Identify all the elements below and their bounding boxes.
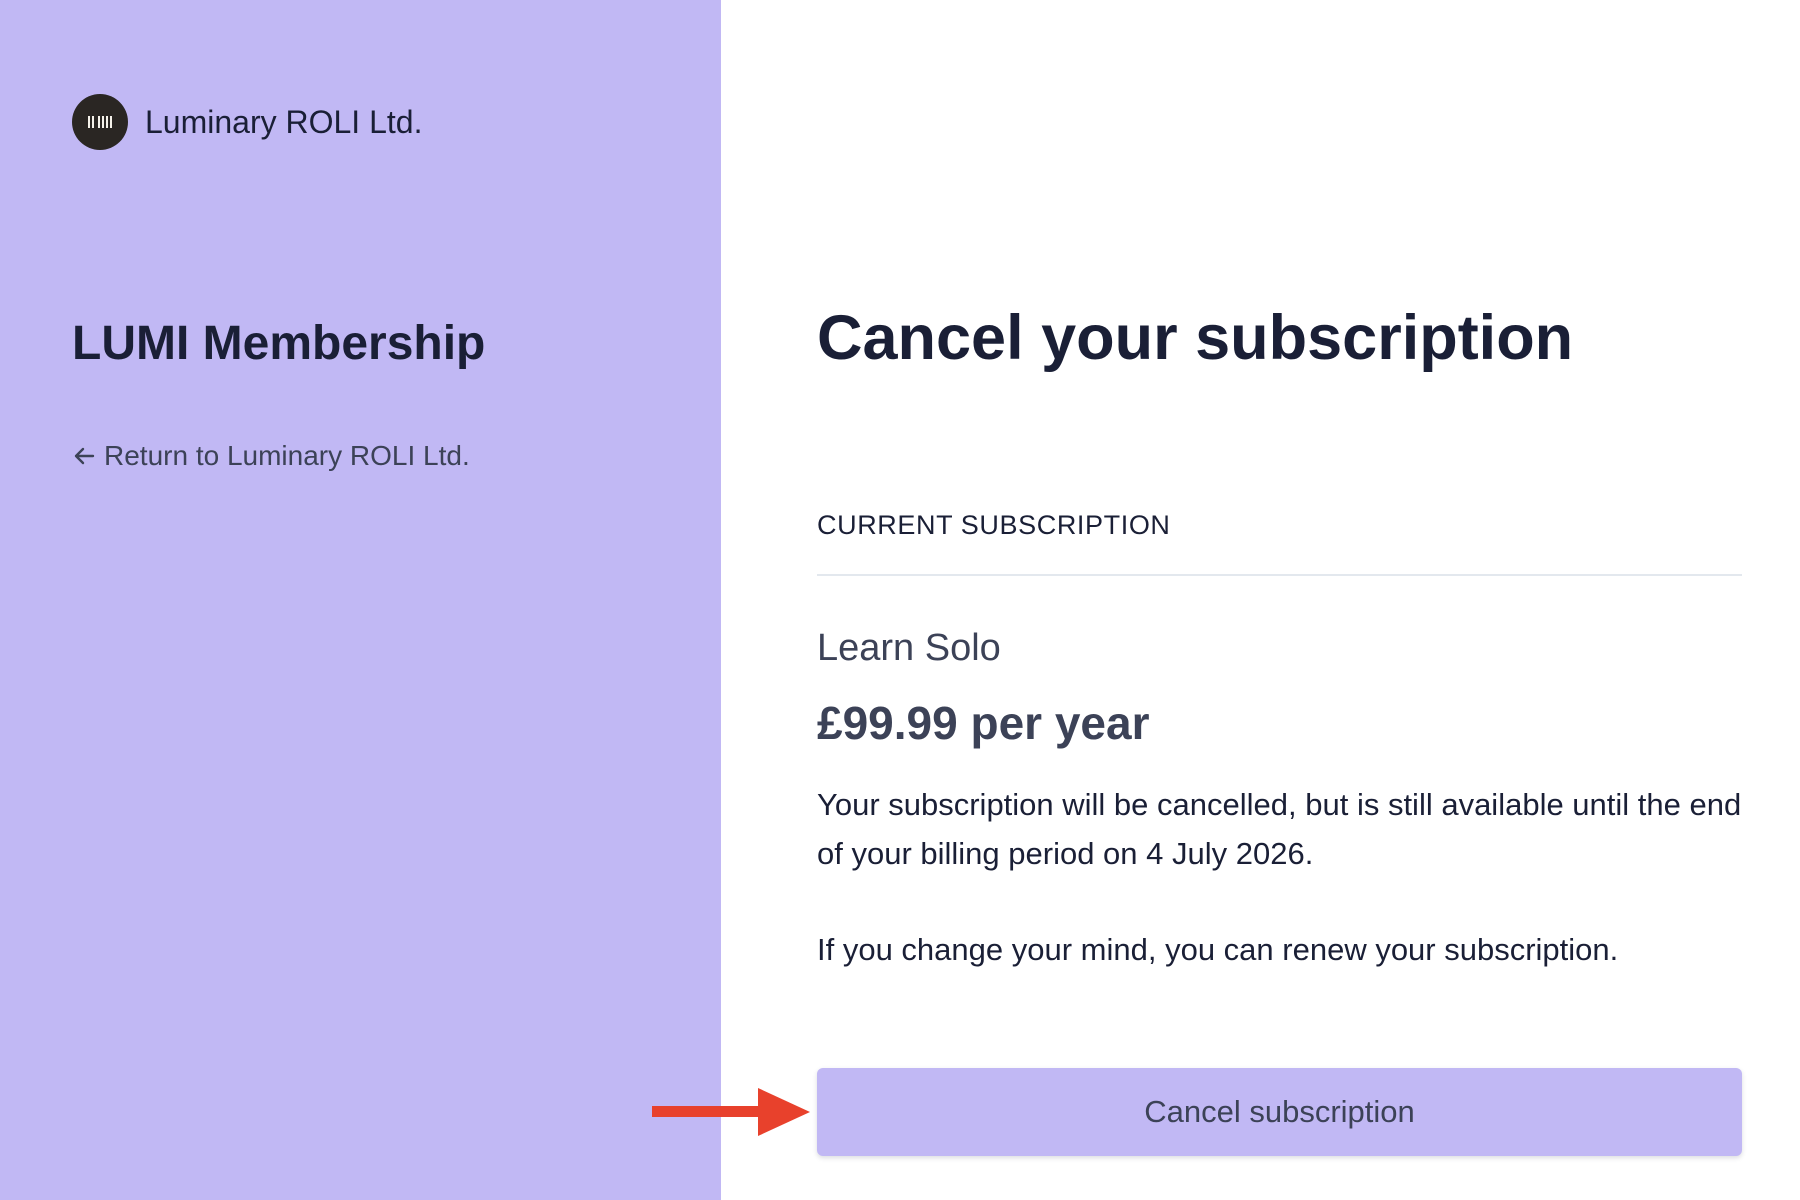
return-link-label: Return to Luminary ROLI Ltd. bbox=[104, 440, 470, 471]
cancel-subscription-button[interactable]: Cancel subscription bbox=[817, 1068, 1742, 1156]
page: Luminary ROLI Ltd. LUMI Membership Retur… bbox=[0, 0, 1800, 1200]
brand: Luminary ROLI Ltd. bbox=[72, 94, 422, 150]
divider bbox=[817, 574, 1742, 576]
product-name: LUMI Membership bbox=[72, 317, 486, 370]
cancellation-notice: Your subscription will be cancelled, but… bbox=[817, 787, 1742, 871]
annotation-arrow-icon bbox=[652, 1088, 810, 1136]
plan-name: Learn Solo bbox=[817, 627, 1001, 669]
renew-note: If you change your mind, you can renew y… bbox=[817, 932, 1619, 967]
sidebar: Luminary ROLI Ltd. LUMI Membership Retur… bbox=[0, 0, 721, 1200]
section-label: CURRENT SUBSCRIPTION bbox=[817, 510, 1171, 540]
brand-name: Luminary ROLI Ltd. bbox=[145, 103, 423, 140]
barcode-logo-icon bbox=[72, 94, 128, 150]
main-content: Cancel your subscription CURRENT SUBSCRI… bbox=[721, 0, 1800, 1200]
arrow-left-icon bbox=[74, 447, 95, 465]
plan-price: £99.99 per year bbox=[817, 697, 1150, 749]
page-title: Cancel your subscription bbox=[817, 303, 1574, 373]
return-link[interactable]: Return to Luminary ROLI Ltd. bbox=[72, 440, 470, 472]
